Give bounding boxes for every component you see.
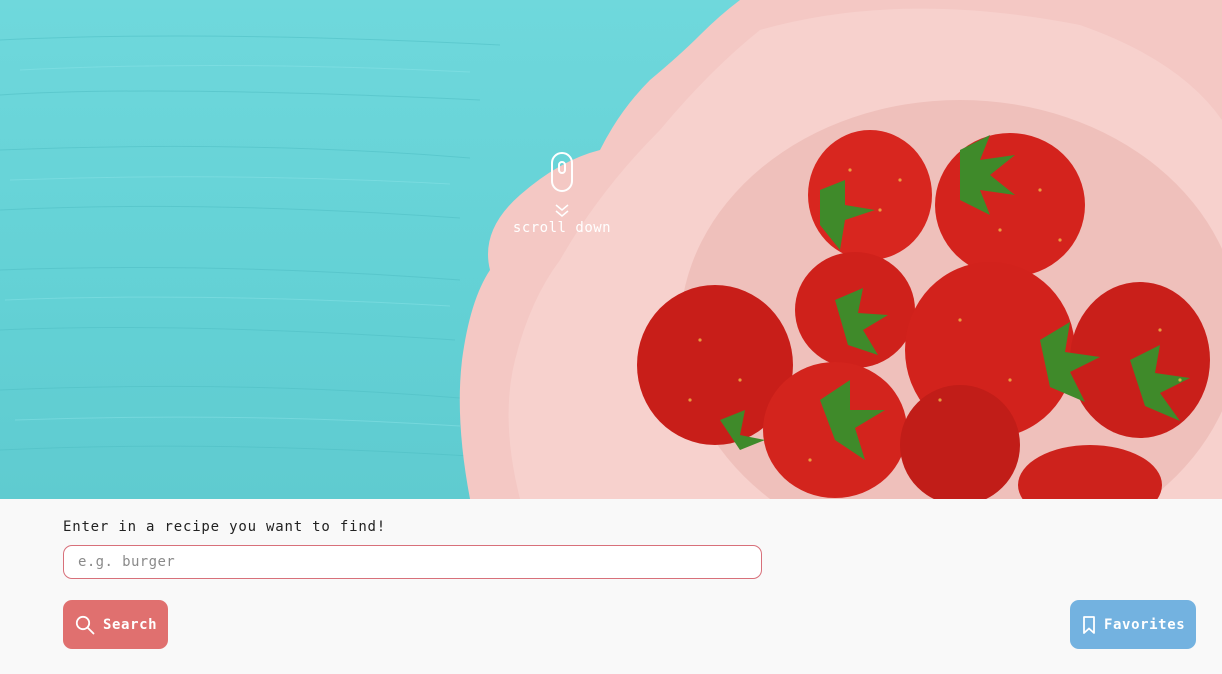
search-icon: [75, 615, 95, 635]
mouse-scroll-icon: [551, 152, 573, 192]
favorites-button-label: Favorites: [1104, 616, 1186, 633]
hero-banner: scroll down: [0, 0, 1222, 499]
bookmark-icon: [1082, 615, 1096, 634]
hero-background-image: [0, 0, 1222, 499]
scroll-down-label: scroll down: [512, 220, 612, 236]
search-prompt: Enter in a recipe you want to find!: [63, 519, 387, 535]
search-button-label: Search: [103, 616, 158, 633]
double-chevron-down-icon: [555, 204, 569, 217]
search-button[interactable]: Search: [63, 600, 168, 649]
search-input[interactable]: [63, 545, 762, 579]
search-panel: Enter in a recipe you want to find! Sear…: [0, 499, 1222, 674]
favorites-button[interactable]: Favorites: [1070, 600, 1196, 649]
